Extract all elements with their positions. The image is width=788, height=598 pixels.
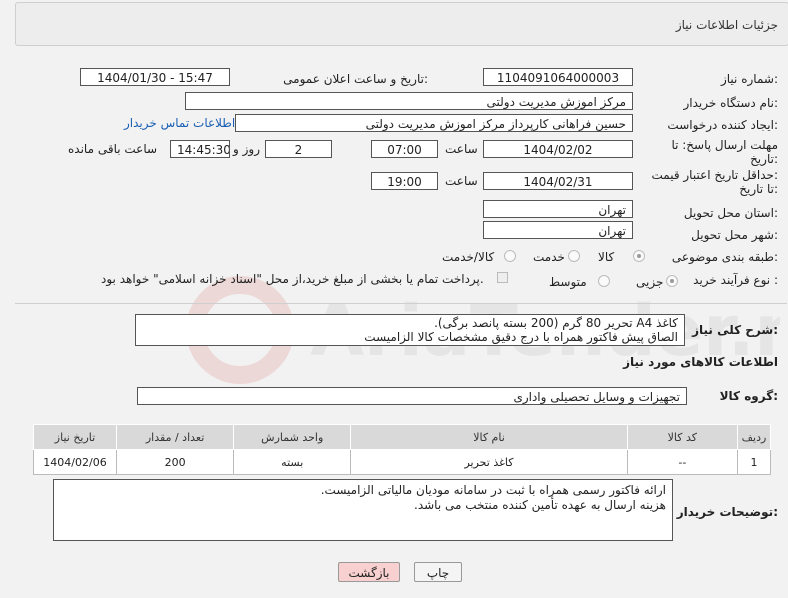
col-quantity: تعداد / مقدار — [116, 424, 235, 450]
cell-item-code: -- — [626, 449, 738, 475]
city-field[interactable]: تهران — [483, 221, 633, 239]
category-option-both: کالا/خدمت — [442, 250, 495, 264]
back-button[interactable]: بازگشت — [338, 562, 400, 582]
description-line-1: کاغذ A4 تحریر 80 گرم (200 بسته پانصد برگ… — [434, 316, 678, 330]
validity-time-label: ساعت — [445, 174, 478, 188]
buyer-notes-line-2: هزینه ارسال به عهده تأمین کننده منتخب می… — [414, 498, 666, 512]
category-option-goods: کالا — [598, 250, 615, 264]
divider — [15, 303, 787, 304]
treasury-checkbox[interactable] — [497, 272, 508, 283]
days-field[interactable]: 2 — [265, 140, 332, 158]
description-label: شرح کلی نیاز: — [692, 323, 778, 337]
goods-table: تاریخ نیاز تعداد / مقدار واحد شمارش نام … — [32, 424, 772, 475]
deadline-date-field[interactable]: 1404/02/02 — [483, 140, 633, 158]
cell-need-date: 1404/02/06 — [32, 449, 118, 475]
table-row[interactable]: 1404/02/06 200 بسته کاغذ تحریر -- 1 — [32, 449, 772, 475]
goods-group-label: گروه کالا: — [719, 389, 778, 403]
deadline-time-field[interactable]: 07:00 — [371, 140, 438, 158]
announce-field[interactable]: 1404/01/30 - 15:47 — [80, 68, 230, 86]
cell-item-name: کاغذ تحریر — [350, 449, 628, 475]
buyer-notes-field[interactable]: ارائه فاکتور رسمی همراه با ثبت در سامانه… — [53, 479, 673, 541]
validity-label-date: تا تاریخ: — [739, 182, 778, 196]
cell-row: 1 — [736, 449, 772, 475]
buyer-notes-line-1: ارائه فاکتور رسمی همراه با ثبت در سامانه… — [320, 483, 666, 497]
requester-field[interactable]: حسین فراهانی کارپرداز مرکز اموزش مدیریت … — [235, 114, 633, 132]
days-label: روز و — [233, 142, 260, 156]
province-field[interactable]: تهران — [483, 200, 633, 218]
announce-label: تاریخ و ساعت اعلان عمومی: — [283, 72, 428, 86]
goods-table-header: تاریخ نیاز تعداد / مقدار واحد شمارش نام … — [32, 424, 772, 450]
need-number-field[interactable]: 1104091064000003 — [483, 68, 633, 86]
validity-label: حداقل تاریخ اعتبار قیمت: — [651, 168, 778, 182]
buyer-notes-label: توضیحات خریدار: — [676, 505, 778, 519]
treasury-note: پرداخت تمام یا بخشی از مبلغ خرید،از محل … — [101, 272, 484, 286]
goods-section-title: اطلاعات کالاهای مورد نیاز — [623, 355, 778, 369]
col-need-date: تاریخ نیاز — [32, 424, 118, 450]
description-field[interactable]: کاغذ A4 تحریر 80 گرم (200 بسته پانصد برگ… — [135, 314, 685, 346]
process-radio-minor[interactable] — [666, 275, 678, 287]
process-option-minor: جزیی — [636, 275, 664, 289]
deadline-label-date: تاریخ: — [750, 152, 778, 166]
col-row: ردیف — [736, 424, 772, 450]
category-radio-both[interactable] — [504, 250, 516, 262]
validity-time-field[interactable]: 19:00 — [371, 172, 438, 190]
remaining-time-field[interactable]: 14:45:30 — [170, 140, 230, 158]
header-panel: جزئیات اطلاعات نیاز — [15, 2, 788, 46]
panel-title: جزئیات اطلاعات نیاز — [675, 18, 778, 32]
col-item-code: کد کالا — [626, 424, 738, 450]
requester-label: ایجاد کننده درخواست: — [667, 118, 778, 132]
category-option-service: خدمت — [533, 250, 565, 264]
process-radio-medium[interactable] — [598, 275, 610, 287]
print-button[interactable]: چاپ — [414, 562, 462, 582]
category-radio-goods[interactable] — [633, 250, 645, 262]
city-label: شهر محل تحویل: — [691, 228, 778, 242]
deadline-time-label: ساعت — [445, 142, 478, 156]
category-radio-service[interactable] — [568, 250, 580, 262]
cell-unit: بسته — [233, 449, 352, 475]
goods-group-field[interactable]: تجهیزات و وسایل تحصیلی واداری — [137, 387, 687, 405]
col-unit: واحد شمارش — [233, 424, 352, 450]
remaining-label: ساعت باقی مانده — [68, 142, 158, 156]
buyer-org-field[interactable]: مرکز اموزش مدیریت دولتی — [185, 92, 633, 110]
process-label: نوع فرآیند خرید : — [693, 273, 778, 287]
cell-quantity: 200 — [116, 449, 235, 475]
deadline-label: مهلت ارسال پاسخ: تا — [671, 138, 778, 152]
description-line-2: الصاق پیش فاکتور همراه با درج دقیق مشخصا… — [364, 330, 678, 344]
buyer-org-label: نام دستگاه خریدار: — [683, 96, 779, 110]
buyer-contact-link[interactable]: اطلاعات تماس خریدار — [124, 116, 235, 130]
col-item-name: نام کالا — [350, 424, 628, 450]
validity-date-field[interactable]: 1404/02/31 — [483, 172, 633, 190]
province-label: استان محل تحویل: — [683, 206, 778, 220]
need-number-label: شماره نیاز: — [720, 72, 778, 86]
process-option-medium: متوسط — [549, 275, 587, 289]
category-label: طبقه بندی موضوعی: — [671, 250, 778, 264]
